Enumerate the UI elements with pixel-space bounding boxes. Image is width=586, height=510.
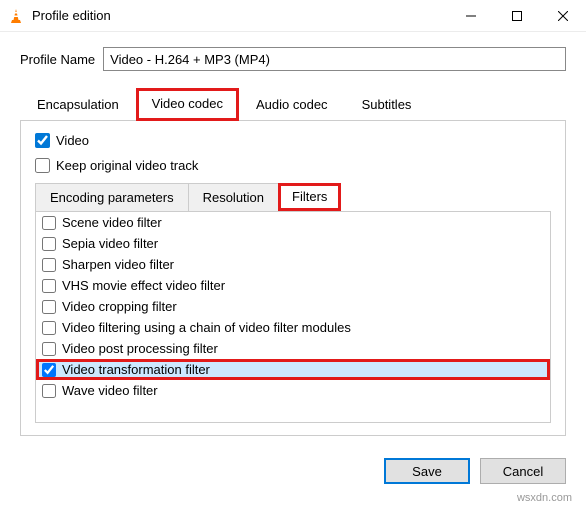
keep-original-checkbox[interactable]	[35, 158, 50, 173]
filter-list[interactable]: Scene video filter Sepia video filter Shar…	[35, 211, 551, 423]
filter-checkbox[interactable]	[42, 258, 56, 272]
titlebar: Profile edition	[0, 0, 586, 32]
keep-original-label: Keep original video track	[56, 158, 198, 173]
filter-item[interactable]: Video filtering using a chain of video f…	[36, 317, 550, 338]
sub-tabs: Encoding parameters Resolution Filters	[35, 183, 551, 211]
filter-checkbox[interactable]	[42, 237, 56, 251]
filter-label: Wave video filter	[62, 383, 158, 398]
filter-item[interactable]: Video transformation filter	[36, 359, 550, 380]
filter-item[interactable]: Scene video filter	[36, 212, 550, 233]
filter-item[interactable]: Sharpen video filter	[36, 254, 550, 275]
tab-encapsulation[interactable]: Encapsulation	[20, 88, 136, 121]
cancel-button[interactable]: Cancel	[480, 458, 566, 484]
minimize-button[interactable]	[448, 0, 494, 32]
save-button[interactable]: Save	[384, 458, 470, 484]
filter-checkbox[interactable]	[42, 279, 56, 293]
filter-item[interactable]: Wave video filter	[36, 380, 550, 401]
video-checkbox-row: Video	[35, 133, 551, 148]
profile-name-label: Profile Name	[20, 52, 95, 67]
main-tabs: Encapsulation Video codec Audio codec Su…	[20, 87, 566, 120]
filter-label: Video filtering using a chain of video f…	[62, 320, 351, 335]
filter-label: Sharpen video filter	[62, 257, 174, 272]
profile-name-input[interactable]	[103, 47, 566, 71]
video-codec-panel: Video Keep original video track Encoding…	[20, 120, 566, 436]
filter-checkbox[interactable]	[42, 384, 56, 398]
watermark: wsxdn.com	[517, 492, 572, 504]
subtab-filters[interactable]: Filters	[278, 183, 341, 211]
profile-name-row: Profile Name	[20, 47, 566, 71]
maximize-button[interactable]	[494, 0, 540, 32]
filter-checkbox[interactable]	[42, 363, 56, 377]
dialog-buttons: Save Cancel	[0, 446, 586, 496]
filter-label: Video transformation filter	[62, 362, 210, 377]
filter-checkbox[interactable]	[42, 321, 56, 335]
filter-label: Scene video filter	[62, 215, 162, 230]
vlc-cone-icon	[8, 8, 24, 24]
filter-item[interactable]: Video cropping filter	[36, 296, 550, 317]
filter-label: VHS movie effect video filter	[62, 278, 225, 293]
video-checkbox[interactable]	[35, 133, 50, 148]
filter-item[interactable]: Sepia video filter	[36, 233, 550, 254]
filter-item[interactable]: Video post processing filter	[36, 338, 550, 359]
keep-original-row: Keep original video track	[35, 158, 551, 173]
tab-subtitles[interactable]: Subtitles	[345, 88, 429, 121]
tab-video-codec[interactable]: Video codec	[136, 88, 239, 121]
subtab-resolution[interactable]: Resolution	[188, 183, 279, 211]
subtab-encoding[interactable]: Encoding parameters	[35, 183, 189, 211]
filter-label: Sepia video filter	[62, 236, 158, 251]
filter-checkbox[interactable]	[42, 342, 56, 356]
filter-checkbox[interactable]	[42, 216, 56, 230]
close-button[interactable]	[540, 0, 586, 32]
filter-label: Video cropping filter	[62, 299, 177, 314]
filter-label: Video post processing filter	[62, 341, 218, 356]
video-checkbox-label: Video	[56, 133, 89, 148]
filter-checkbox[interactable]	[42, 300, 56, 314]
filter-item[interactable]: VHS movie effect video filter	[36, 275, 550, 296]
tab-audio-codec[interactable]: Audio codec	[239, 88, 345, 121]
window-title: Profile edition	[32, 8, 111, 23]
